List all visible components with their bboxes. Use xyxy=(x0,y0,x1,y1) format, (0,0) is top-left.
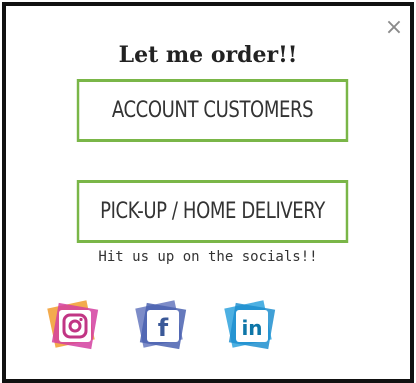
account-customers-label: ACCOUNT CUSTOMERS xyxy=(111,98,314,123)
instagram-icon-graphic xyxy=(47,300,99,350)
svg-text:f: f xyxy=(158,314,169,342)
instagram-icon[interactable] xyxy=(45,296,103,354)
svg-text:in: in xyxy=(241,316,262,340)
linkedin-icon-graphic: in xyxy=(224,300,276,350)
close-icon[interactable]: × xyxy=(382,16,406,40)
pickup-delivery-button[interactable]: PICK-UP / HOME DELIVERY xyxy=(76,180,349,243)
pickup-delivery-label: PICK-UP / HOME DELIVERY xyxy=(100,199,325,224)
dialog-title: Let me order!! xyxy=(118,42,298,68)
account-customers-button[interactable]: ACCOUNT CUSTOMERS xyxy=(76,79,349,142)
linkedin-icon[interactable]: in xyxy=(222,296,280,354)
socials-prompt: Hit us up on the socials!! xyxy=(98,249,318,265)
facebook-icon-graphic: f xyxy=(135,300,187,350)
facebook-icon[interactable]: f xyxy=(133,296,191,354)
